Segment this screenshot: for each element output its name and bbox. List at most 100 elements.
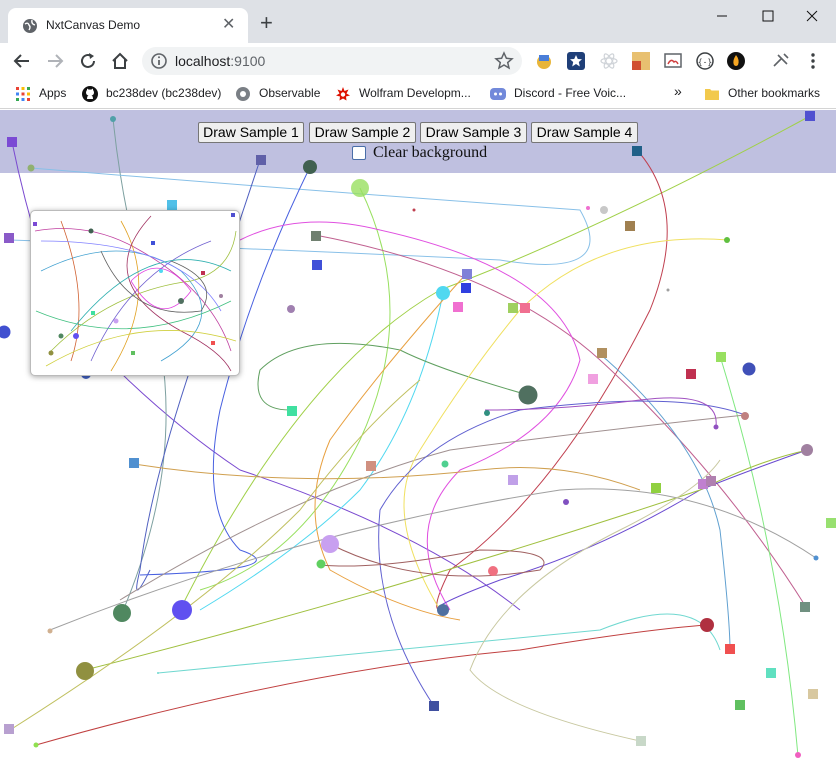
forward-arrow-icon[interactable] — [45, 51, 65, 71]
canvas-square-marker — [312, 260, 322, 270]
canvas-curve — [9, 379, 421, 731]
extension-fire-icon[interactable] — [727, 52, 745, 70]
canvas-square-marker — [597, 348, 607, 358]
home-icon[interactable] — [110, 51, 130, 71]
canvas-curve — [257, 342, 529, 411]
tab-close-icon[interactable]: ✕ — [222, 15, 235, 35]
extension-coin-icon[interactable] — [535, 52, 553, 70]
canvas-square-marker — [167, 200, 177, 210]
bookmark-wolfram[interactable]: Wolfram Developm... — [335, 85, 480, 103]
bookmark-discord[interactable]: Discord - Free Voic... — [490, 85, 640, 103]
canvas-square-marker — [686, 369, 696, 379]
discord-icon — [490, 88, 506, 100]
canvas-dot — [110, 116, 116, 122]
thumb-dot — [48, 350, 54, 356]
browser-toolbar: localhost:9100 {-} — [0, 43, 836, 79]
canvas-curve — [133, 463, 641, 491]
canvas-square-marker — [4, 233, 14, 243]
thumb-dot — [113, 318, 119, 324]
canvas-curve — [378, 400, 746, 707]
globe-icon — [23, 19, 37, 33]
canvas-dot — [666, 288, 670, 292]
canvas-dot — [437, 604, 449, 616]
observable-icon — [236, 87, 250, 101]
extension-tools-icon[interactable] — [772, 52, 790, 70]
canvas-square-marker — [735, 700, 745, 710]
extension-react-icon[interactable] — [600, 52, 618, 70]
canvas-curve — [314, 273, 467, 621]
canvas-dot — [724, 237, 730, 243]
canvas-square-marker — [520, 303, 530, 313]
canvas-square-marker — [256, 155, 266, 165]
canvas-dot — [563, 499, 569, 505]
reload-icon[interactable] — [78, 51, 98, 71]
canvas-square-marker — [632, 146, 642, 156]
canvas-curve — [437, 449, 808, 611]
page-viewport: Draw Sample 1 Draw Sample 2 Draw Sample … — [0, 110, 836, 766]
maximize-window-icon[interactable] — [754, 4, 782, 28]
canvas-dot — [76, 662, 94, 680]
canvas-dot — [441, 460, 449, 468]
canvas-dot — [801, 444, 813, 456]
canvas-square-marker — [706, 476, 716, 486]
wolfram-icon — [336, 87, 350, 101]
canvas-square-marker — [7, 137, 17, 147]
bookmark-github[interactable]: bc238dev (bc238dev) — [82, 85, 232, 103]
info-icon[interactable] — [150, 52, 168, 70]
url-port: :9100 — [230, 53, 266, 69]
bookmarks-overflow-button[interactable]: » — [674, 83, 682, 101]
bookmark-star-icon[interactable] — [494, 51, 514, 71]
canvas-square-marker — [508, 475, 518, 485]
thumb-square-marker — [231, 213, 235, 217]
canvas-square-marker — [716, 352, 726, 362]
menu-dots-icon[interactable] — [804, 52, 822, 70]
canvas-thumbnail-preview[interactable] — [30, 210, 240, 376]
extension-palette-icon[interactable] — [632, 52, 650, 70]
canvas-square-marker — [129, 458, 139, 468]
canvas-dot — [700, 618, 714, 632]
thumb-curve — [90, 240, 212, 362]
canvas-dot — [436, 286, 450, 300]
canvas-square-marker — [429, 701, 439, 711]
extension-code-icon[interactable]: {-} — [696, 52, 714, 70]
canvas-dot — [321, 535, 339, 553]
canvas-dot — [157, 672, 159, 674]
canvas-dot — [488, 566, 498, 576]
browser-tab[interactable]: NxtCanvas Demo ✕ — [8, 8, 248, 43]
canvas-dot — [27, 164, 35, 172]
svg-text:{-}: {-} — [698, 58, 712, 67]
bookmark-observable[interactable]: Observable — [235, 85, 330, 103]
thumb-square-marker — [33, 222, 37, 226]
drawing-canvas[interactable] — [0, 110, 836, 766]
extension-star-icon[interactable] — [567, 52, 585, 70]
thumb-dot — [178, 298, 184, 304]
canvas-square-marker — [287, 406, 297, 416]
canvas-dot — [303, 160, 317, 174]
canvas-square-marker — [366, 461, 376, 471]
canvas-square-marker — [461, 283, 471, 293]
thumb-dot — [88, 228, 94, 234]
canvas-dot — [742, 362, 756, 376]
thumb-square-marker — [211, 341, 215, 345]
thumbnail-canvas — [33, 213, 237, 372]
other-bookmarks-folder[interactable]: Other bookmarks — [704, 85, 829, 103]
thumb-curve — [126, 215, 232, 372]
thumb-dot — [73, 333, 79, 339]
bookmark-apps[interactable]: Apps — [15, 85, 75, 103]
address-bar[interactable]: localhost:9100 — [142, 47, 522, 75]
canvas-square-marker — [4, 724, 14, 734]
back-arrow-icon[interactable] — [12, 51, 32, 71]
canvas-dot — [113, 604, 131, 622]
github-icon — [82, 86, 98, 102]
canvas-square-marker — [311, 231, 321, 241]
thumb-curve — [50, 230, 237, 352]
close-window-icon[interactable] — [798, 4, 826, 28]
canvas-dot — [518, 385, 538, 405]
minimize-window-icon[interactable] — [708, 4, 736, 28]
canvas-square-marker — [826, 518, 836, 528]
canvas-dot — [316, 559, 326, 569]
canvas-dot — [713, 424, 719, 430]
extension-window-icon[interactable] — [664, 52, 682, 70]
thumb-dot — [219, 294, 223, 298]
new-tab-button[interactable]: + — [260, 12, 273, 34]
